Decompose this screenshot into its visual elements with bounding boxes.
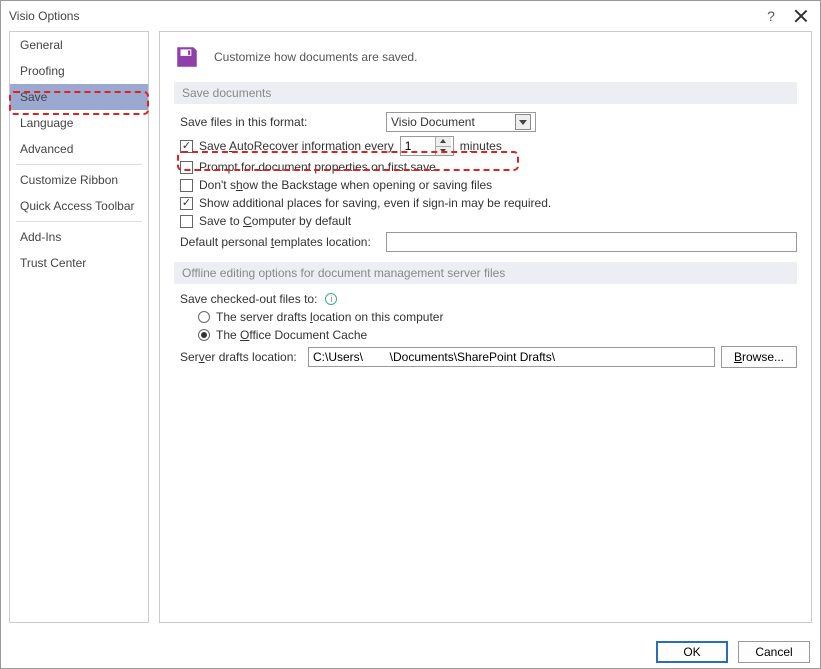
save-disk-icon: [174, 44, 200, 70]
help-button[interactable]: ?: [762, 8, 780, 24]
sidebar: General Proofing Save Language Advanced …: [9, 31, 149, 623]
page-subtitle: Customize how documents are saved.: [214, 50, 417, 64]
server-drafts-location-radio[interactable]: [198, 311, 210, 323]
sidebar-divider: [16, 164, 142, 165]
sidebar-item-customize-ribbon[interactable]: Customize Ribbon: [10, 167, 148, 193]
sidebar-item-save[interactable]: Save: [10, 84, 148, 110]
checked-out-label: Save checked-out files to:: [180, 292, 317, 306]
sidebar-item-language[interactable]: Language: [10, 110, 148, 136]
dont-show-backstage-checkbox[interactable]: [180, 179, 193, 192]
sidebar-item-proofing[interactable]: Proofing: [10, 58, 148, 84]
spinner-up-icon[interactable]: [436, 137, 451, 147]
autorecover-checkbox[interactable]: [180, 140, 193, 153]
autorecover-minutes-input[interactable]: [401, 137, 435, 155]
prompt-properties-label: Prompt for document properties on first …: [199, 160, 436, 174]
main-panel: Customize how documents are saved. Save …: [159, 31, 812, 623]
window-title: Visio Options: [9, 9, 762, 23]
sidebar-divider: [16, 221, 142, 222]
cancel-button[interactable]: Cancel: [738, 641, 810, 663]
save-to-computer-label: Save to Computer by default: [199, 214, 351, 228]
server-drafts-location-radio-label: The server drafts location on this compu…: [216, 310, 443, 324]
save-format-select[interactable]: Visio Document: [386, 112, 536, 132]
section-offline-editing: Offline editing options for document man…: [174, 262, 797, 284]
ok-button[interactable]: OK: [656, 641, 728, 663]
close-button[interactable]: [794, 9, 808, 23]
server-drafts-label: Server drafts location:: [180, 350, 302, 364]
save-format-label: Save files in this format:: [180, 115, 380, 129]
office-document-cache-radio-label: The Office Document Cache: [216, 328, 367, 342]
info-icon[interactable]: i: [325, 293, 337, 305]
templates-location-input[interactable]: [386, 232, 797, 252]
show-additional-places-checkbox[interactable]: [180, 197, 193, 210]
section-save-documents: Save documents: [174, 82, 797, 104]
chevron-down-icon[interactable]: [515, 114, 531, 130]
autorecover-label: Save AutoRecover information every: [199, 139, 394, 153]
browse-button[interactable]: Browse...: [721, 346, 797, 368]
sidebar-item-general[interactable]: General: [10, 32, 148, 58]
dialog-footer: OK Cancel: [1, 636, 820, 668]
dont-show-backstage-label: Don't show the Backstage when opening or…: [199, 178, 492, 192]
show-additional-places-label: Show additional places for saving, even …: [199, 196, 551, 210]
save-to-computer-checkbox[interactable]: [180, 215, 193, 228]
spinner-down-icon[interactable]: [436, 147, 451, 156]
sidebar-item-quick-access-toolbar[interactable]: Quick Access Toolbar: [10, 193, 148, 219]
prompt-properties-checkbox[interactable]: [180, 161, 193, 174]
autorecover-minutes-spinner[interactable]: [400, 136, 454, 156]
office-document-cache-radio[interactable]: [198, 329, 210, 341]
save-format-value: Visio Document: [391, 115, 511, 129]
sidebar-item-advanced[interactable]: Advanced: [10, 136, 148, 162]
autorecover-unit: minutes: [460, 139, 502, 153]
templates-location-label: Default personal templates location:: [180, 235, 380, 249]
sidebar-item-add-ins[interactable]: Add-Ins: [10, 224, 148, 250]
server-drafts-input[interactable]: [308, 347, 715, 367]
sidebar-item-trust-center[interactable]: Trust Center: [10, 250, 148, 276]
